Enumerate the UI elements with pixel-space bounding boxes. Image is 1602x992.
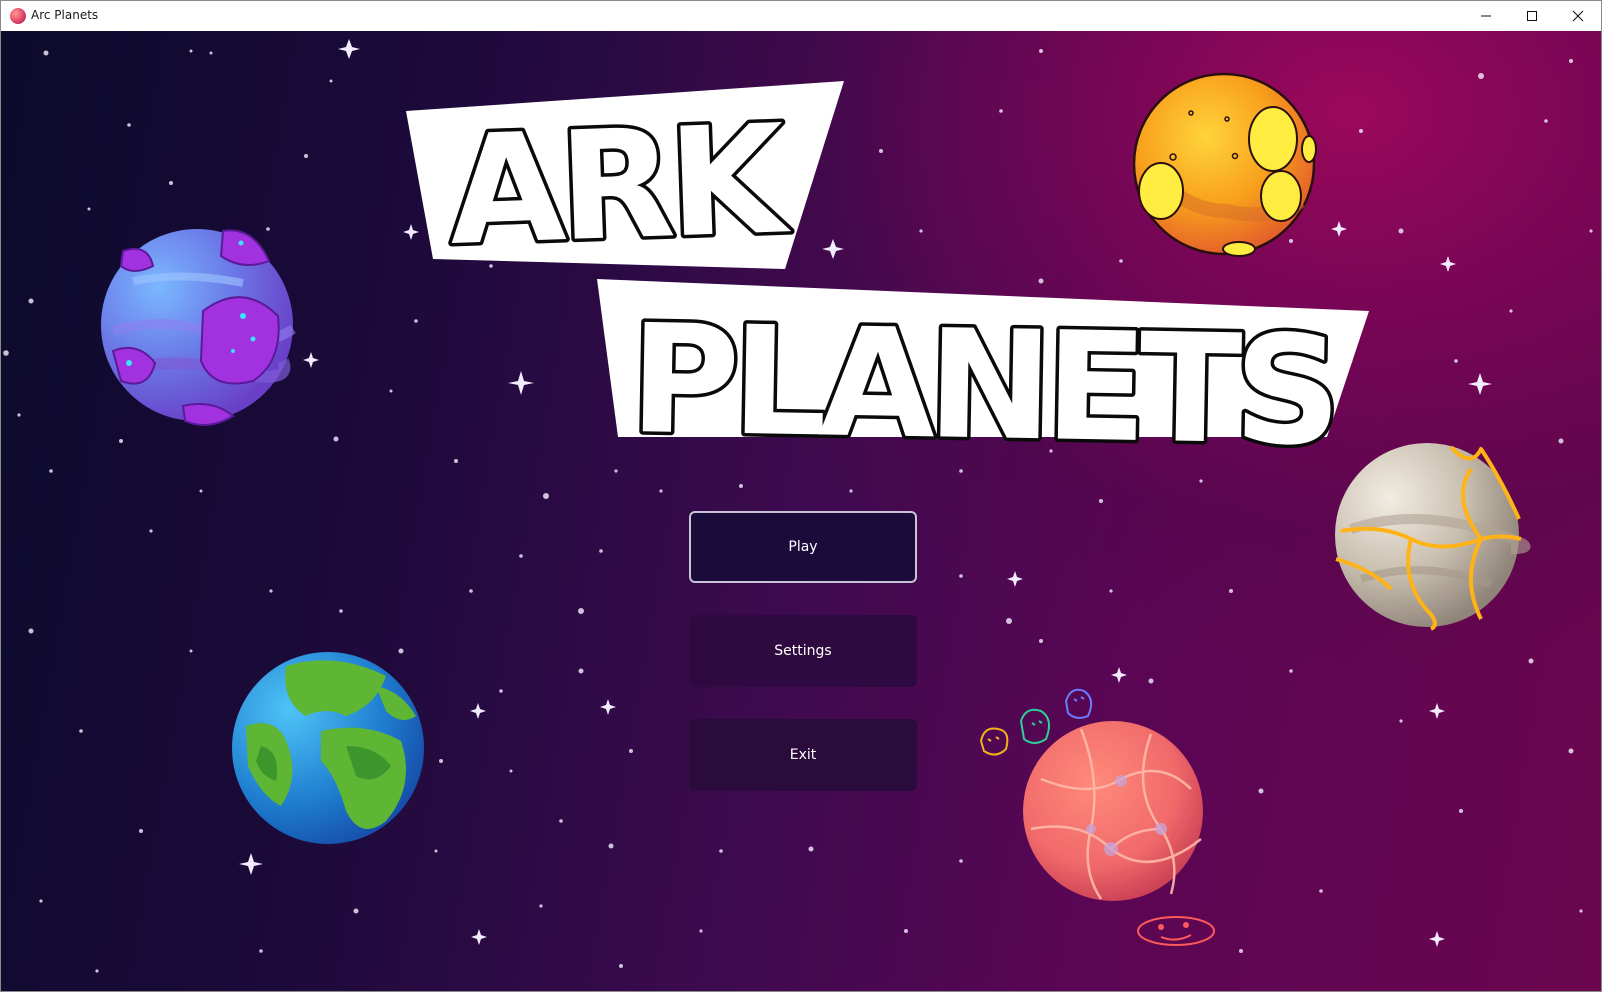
planet-app-icon [10, 8, 26, 24]
maximize-icon [1527, 11, 1537, 21]
settings-button-label: Settings [774, 643, 832, 659]
title-bar[interactable]: Arc Planets [1, 1, 1601, 31]
close-button[interactable] [1555, 1, 1601, 31]
purple-crystal-planet [101, 229, 296, 426]
play-button-label: Play [788, 539, 818, 555]
maximize-button[interactable] [1509, 1, 1555, 31]
earth-planet [232, 652, 424, 844]
exit-button[interactable]: Exit [689, 719, 917, 791]
game-window: Arc Planets ARK PLANETS Play Settings Ex… [0, 0, 1602, 992]
close-icon [1572, 10, 1584, 22]
logo-line-2: PLANETS [628, 293, 1335, 479]
doodle-bug-alien [1137, 916, 1215, 946]
settings-button[interactable]: Settings [689, 615, 917, 687]
minimize-icon [1481, 15, 1491, 17]
doodle-aliens [979, 688, 1093, 756]
play-button[interactable]: Play [689, 511, 917, 583]
lava-crater-planet [1132, 72, 1317, 257]
molten-vein-planet [1335, 443, 1531, 631]
minimize-button[interactable] [1463, 1, 1509, 31]
logo-line-1: ARK [446, 93, 792, 279]
window-title: Arc Planets [31, 8, 99, 22]
exit-button-label: Exit [789, 747, 817, 763]
game-scene: ARK PLANETS Play Settings Exit [1, 31, 1601, 991]
